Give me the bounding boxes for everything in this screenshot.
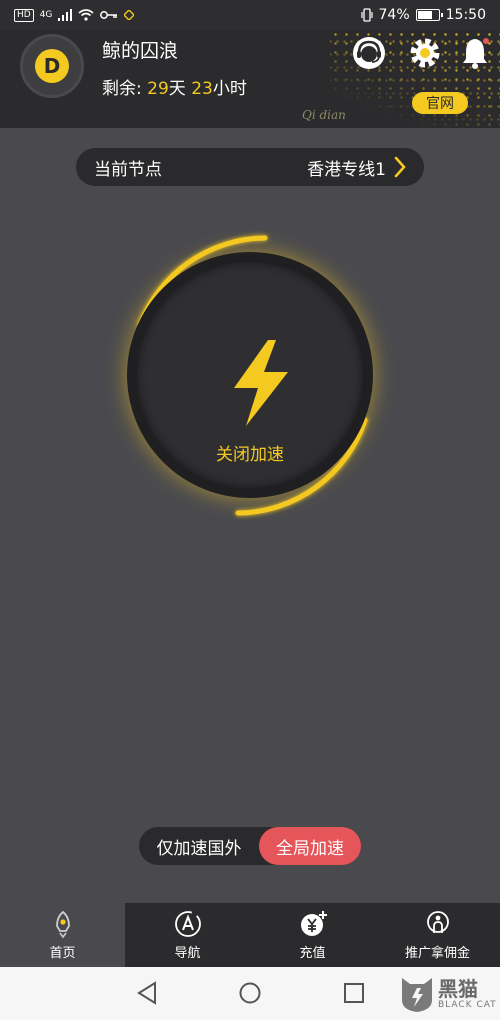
mode-option-foreign-only[interactable]: 仅加速国外 [139, 834, 259, 859]
customer-service-icon[interactable] [352, 36, 386, 70]
tab-recharge-label: 充值 [299, 946, 326, 961]
battery-icon [415, 9, 443, 21]
black-cat-logo-icon [402, 978, 432, 1012]
hd-badge: HD [14, 8, 34, 22]
remain-days: 29 [147, 79, 169, 99]
home-icon[interactable] [238, 981, 262, 1005]
tab-navigation-label: 导航 [174, 946, 201, 961]
network-type: 4G [39, 10, 53, 20]
watermark-cn: 黑猫 [438, 977, 478, 1001]
tab-navigation[interactable]: 导航 [125, 903, 250, 967]
accelerator-area: 关闭加速 [100, 220, 400, 530]
key-icon [100, 11, 118, 19]
signal-icon [58, 9, 73, 21]
clock: 15:50 [445, 7, 486, 23]
app-notification-icon [124, 10, 135, 20]
vibrate-icon [360, 8, 373, 22]
accelerator-status-label: 关闭加速 [216, 445, 284, 465]
compass-icon [174, 911, 201, 937]
settings-gear-icon[interactable] [408, 36, 442, 70]
remaining-time: 剩余: 29天 23小时 [102, 74, 247, 99]
remain-hours: 23 [191, 79, 213, 99]
mode-toggle: 仅加速国外 全局加速 [139, 827, 361, 865]
hours-unit: 小时 [212, 79, 247, 99]
tagline: Qi dian [302, 108, 346, 122]
notification-bell-icon[interactable] [460, 36, 490, 70]
recharge-icon [300, 911, 327, 936]
header: D 鲸的囚浪 剩余: 29天 23小时 Qi dian 官网 [0, 30, 500, 128]
lightning-bolt-icon [234, 340, 288, 426]
back-icon[interactable] [136, 981, 158, 1005]
mode-option-global[interactable]: 全局加速 [259, 827, 361, 865]
node-selector[interactable]: 当前节点 香港专线1 [76, 148, 424, 186]
app-logo-icon: D [35, 49, 69, 83]
tab-referral-label: 推广拿佣金 [404, 946, 470, 961]
tab-home-label: 首页 [49, 946, 76, 961]
tab-home[interactable]: 首页 [0, 903, 125, 967]
share-icon [426, 911, 449, 933]
chevron-right-icon [394, 156, 406, 178]
remain-label: 剩余: [102, 79, 142, 99]
accelerator-toggle-button[interactable]: 关闭加速 [127, 252, 373, 498]
avatar[interactable]: D [20, 34, 84, 98]
username: 鲸的囚浪 [102, 40, 179, 62]
tab-referral[interactable]: 推广拿佣金 [375, 903, 500, 967]
status-bar: HD 4G 74% 15:50 [0, 0, 500, 30]
wifi-icon [78, 9, 94, 21]
watermark: 黑猫 BLACK CAT [400, 970, 500, 1018]
node-label: 当前节点 [94, 159, 162, 180]
recent-apps-icon[interactable] [343, 981, 365, 1005]
watermark-en: BLACK CAT [438, 1000, 497, 1010]
rocket-icon [55, 910, 70, 939]
battery-percent: 74% [378, 7, 410, 23]
bottom-tab-bar: 首页 导航 充值 推广拿佣金 [0, 903, 500, 967]
node-value-group: 香港专线1 [307, 155, 406, 180]
tab-recharge[interactable]: 充值 [250, 903, 375, 967]
days-unit: 天 [168, 79, 186, 99]
node-value: 香港专线1 [307, 159, 386, 180]
official-site-button[interactable]: 官网 [412, 92, 468, 114]
